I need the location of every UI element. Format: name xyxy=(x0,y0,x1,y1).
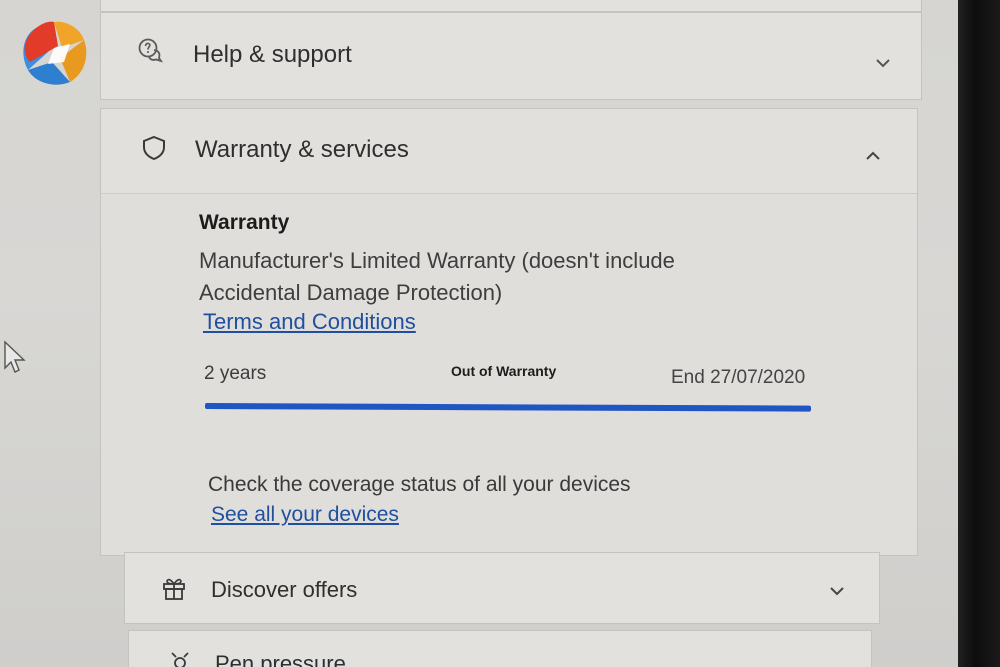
terms-and-conditions-link[interactable]: Terms and Conditions xyxy=(203,309,416,335)
previous-section-card xyxy=(100,0,922,12)
warranty-services-label: Warranty & services xyxy=(195,136,409,163)
warranty-services-section: Warranty & services Warranty Manufacture… xyxy=(100,108,918,556)
warranty-status: Out of Warranty xyxy=(451,363,557,379)
mouse-cursor-icon xyxy=(4,340,26,373)
pen-pressure-label: Pen pressure xyxy=(215,651,346,667)
chevron-down-icon[interactable] xyxy=(829,585,845,597)
monitor-bezel xyxy=(958,0,1000,667)
see-all-devices-link[interactable]: See all your devices xyxy=(211,503,399,527)
chat-help-icon xyxy=(138,38,163,63)
pen-pressure-section[interactable]: Pen pressure xyxy=(128,630,872,667)
chevron-up-icon[interactable] xyxy=(865,150,881,162)
warranty-title: Warranty xyxy=(199,211,290,234)
shield-icon xyxy=(143,135,165,161)
warranty-progress-fill xyxy=(204,403,812,412)
discover-offers-label: Discover offers xyxy=(211,577,358,602)
help-support-section[interactable]: Help & support xyxy=(100,12,922,100)
coverage-status-text: Check the coverage status of all your de… xyxy=(208,473,631,496)
help-support-label: Help & support xyxy=(193,41,352,68)
screen: Help & support Warranty & services Warra… xyxy=(0,0,960,667)
warranty-description: Manufacturer's Limited Warranty (doesn't… xyxy=(199,248,675,305)
chevron-down-icon[interactable] xyxy=(875,57,891,69)
warranty-duration: 2 years xyxy=(204,363,267,384)
warranty-progress-bar xyxy=(204,403,812,412)
gift-icon xyxy=(163,578,185,600)
discover-offers-section[interactable]: Discover offers xyxy=(124,552,880,624)
warranty-services-header[interactable]: Warranty & services xyxy=(101,109,917,194)
app-logo-icon xyxy=(23,21,87,85)
warranty-end-date: End 27/07/2020 xyxy=(671,367,806,388)
pen-icon xyxy=(171,652,189,667)
